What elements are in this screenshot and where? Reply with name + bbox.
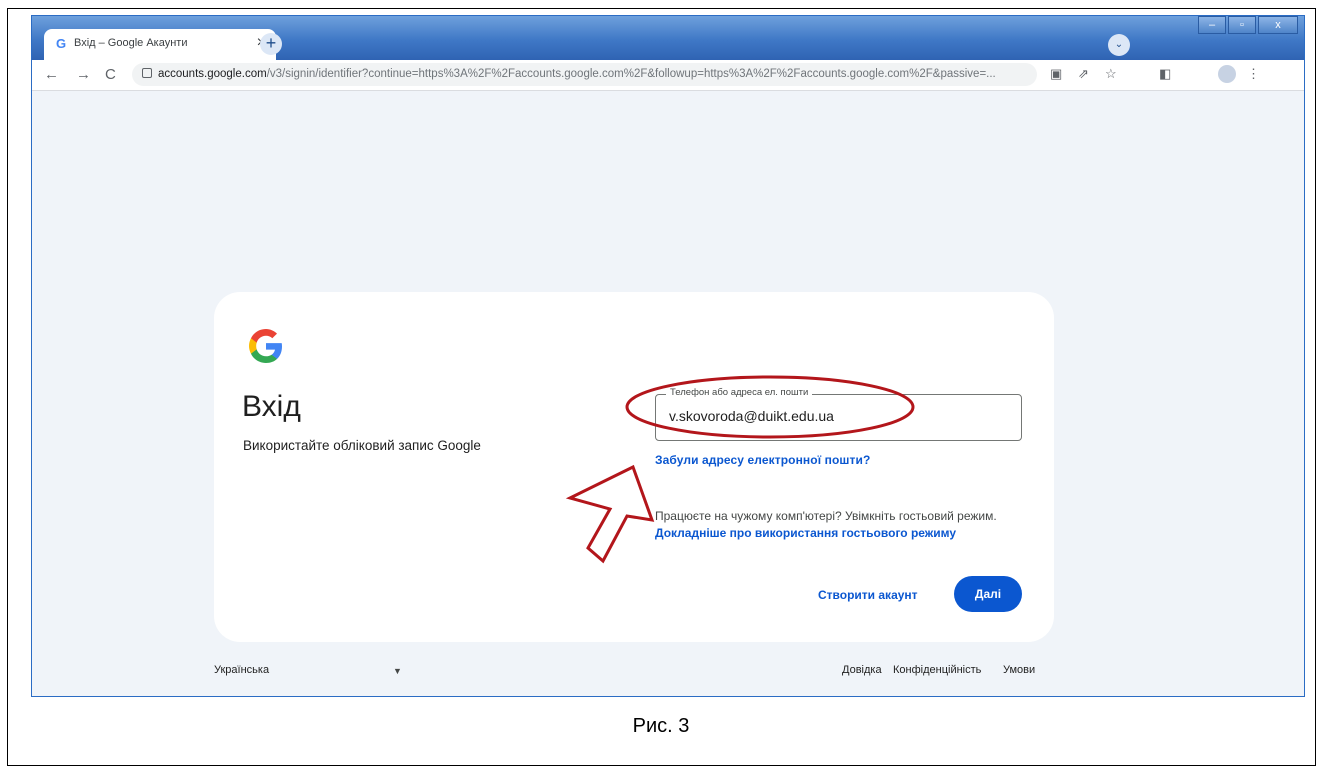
annotation-overlay (565, 375, 915, 564)
highlight-ellipse (625, 375, 915, 439)
figure-caption: Рис. 3 (632, 715, 690, 737)
pointer-arrow-icon (565, 464, 655, 564)
